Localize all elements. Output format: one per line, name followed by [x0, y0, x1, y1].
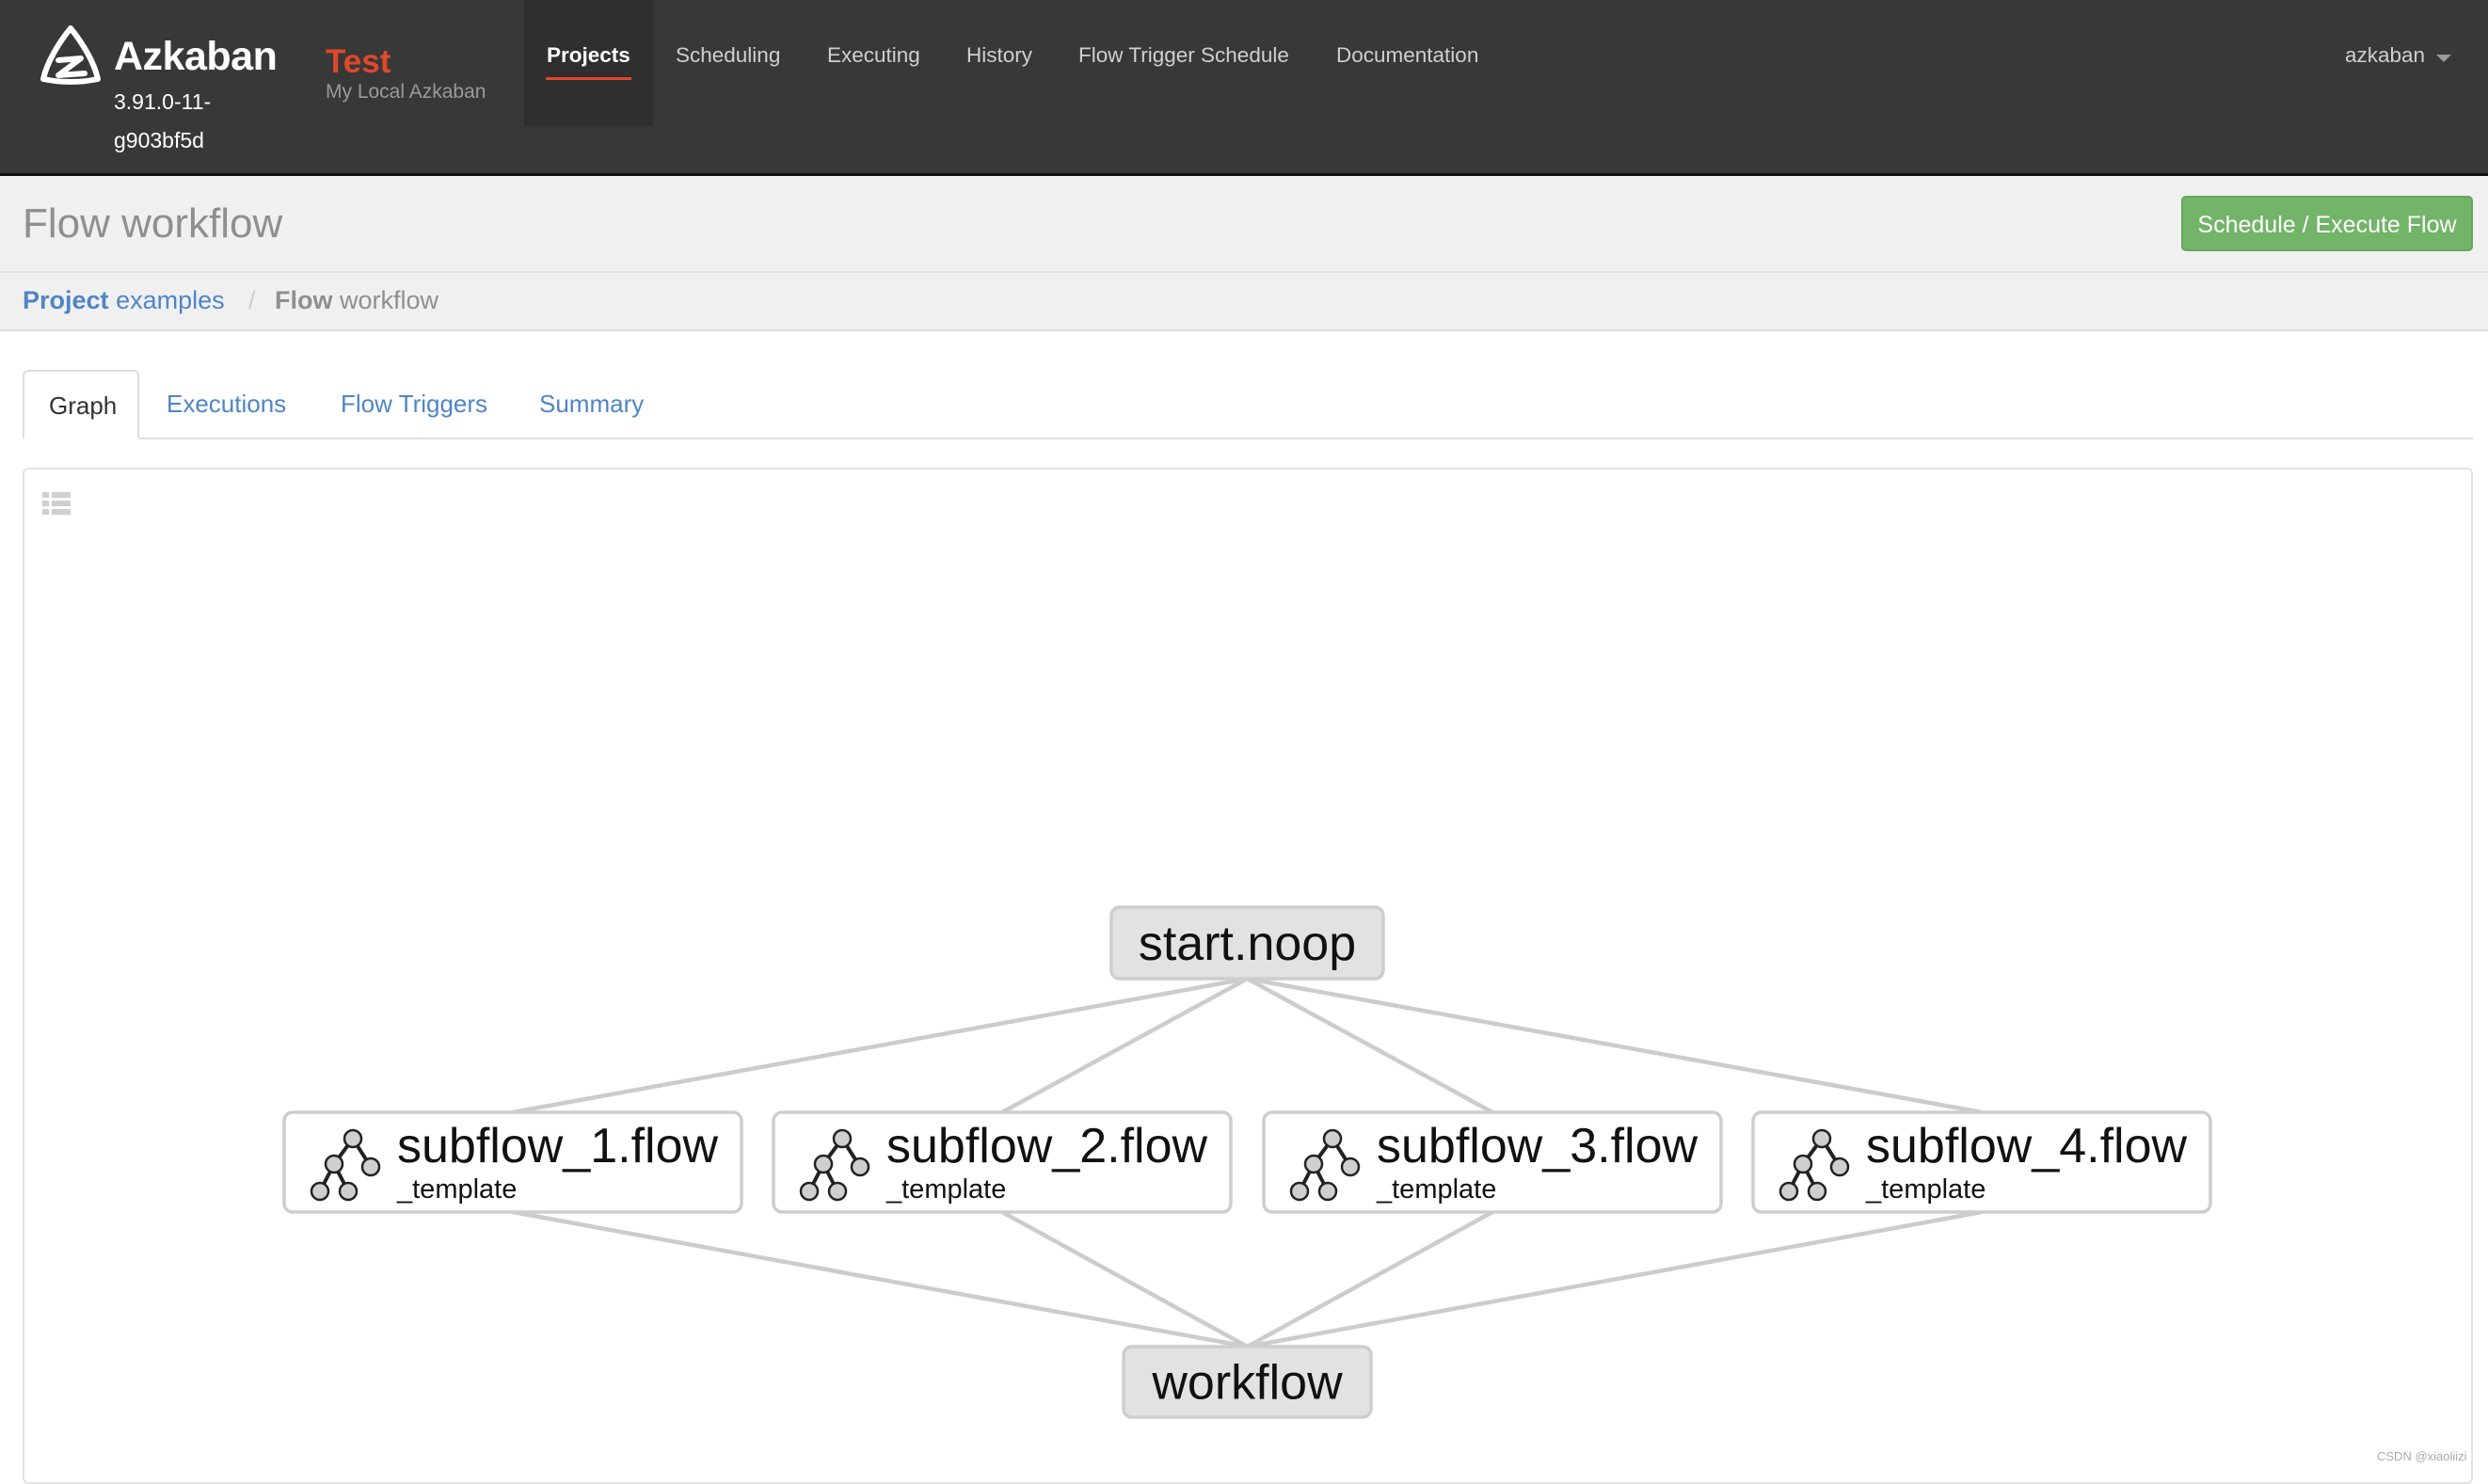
node-sublabel: _template — [396, 1174, 517, 1205]
caret-down-icon[interactable] — [2436, 55, 2451, 62]
azkaban-logo-icon[interactable] — [38, 24, 104, 87]
graph-node-s4[interactable]: subflow_4.flow_template — [1751, 1110, 2212, 1214]
graph-edge-start-s4 — [1247, 976, 1983, 1115]
node-label: subflow_2.flow — [886, 1119, 1208, 1173]
node-label: subflow_4.flow — [1866, 1119, 2188, 1173]
brand-name[interactable]: Azkaban — [114, 34, 278, 80]
graph-node-s1[interactable]: subflow_1.flow_template — [282, 1110, 743, 1214]
tab-summary[interactable]: Summary — [539, 370, 644, 438]
tab-flow-triggers[interactable]: Flow Triggers — [341, 370, 487, 438]
user-menu[interactable]: azkaban — [2345, 43, 2425, 68]
node-label: subflow_1.flow — [397, 1119, 719, 1173]
node-sublabel: _template — [885, 1174, 1006, 1205]
graph-edge-s2-end — [1000, 1210, 1249, 1348]
nav-active-underline — [546, 77, 631, 80]
breadcrumb-flow-keyword: Flow — [275, 286, 333, 314]
graph-edge-start-s1 — [512, 976, 1248, 1115]
graph-panel[interactable]: start.noop subflow_1.flow _template subflow… — [23, 468, 2473, 1484]
graph-edge-start-s3 — [1246, 977, 1494, 1114]
tab-executions[interactable]: Executions — [167, 370, 286, 438]
top-navbar: Azkaban 3.91.0-11-g903bf5d Test My Local… — [0, 0, 2488, 176]
page-title-name: workflow — [121, 200, 283, 247]
breadcrumb-project-link[interactable]: Project examples — [23, 286, 225, 315]
node-sublabel: _template — [1865, 1174, 1986, 1205]
nav-documentation[interactable]: Documentation — [1336, 43, 1478, 68]
flow-tabs: Graph Executions Flow Triggers Summary — [23, 370, 2473, 439]
nav-history[interactable]: History — [966, 43, 1032, 68]
breadcrumb-flow-name: workflow — [340, 286, 439, 314]
graph-node-s3[interactable]: subflow_3.flow_template — [1262, 1110, 1723, 1214]
graph-node-s2[interactable]: subflow_2.flow_template — [772, 1110, 1233, 1214]
title-bar: Flow workflow Schedule / Execute Flow — [0, 176, 2488, 273]
graph-edge-s3-end — [1246, 1210, 1494, 1348]
flow-graph[interactable]: start.noopsubflow_1.flow_templatesubflow… — [24, 470, 2471, 1482]
node-label: workflow — [1151, 1356, 1343, 1411]
graph-edge-s1-end — [512, 1209, 1248, 1349]
breadcrumb-flow: Flow workflow — [275, 286, 439, 315]
node-label: start.noop — [1139, 917, 1356, 971]
node-label: subflow_3.flow — [1377, 1119, 1699, 1173]
environment-name: Test — [326, 43, 391, 80]
schedule-execute-flow-button[interactable]: Schedule / Execute Flow — [2181, 196, 2473, 251]
nav-executing[interactable]: Executing — [827, 43, 920, 68]
version-label: 3.91.0-11-g903bf5d — [114, 89, 212, 152]
nav-projects[interactable]: Projects — [547, 43, 630, 68]
nav-scheduling[interactable]: Scheduling — [676, 43, 780, 68]
breadcrumb: Project examples / Flow workflow — [0, 273, 2488, 331]
graph-edge-start-s2 — [1000, 977, 1249, 1114]
graph-node-start[interactable]: start.noop — [1109, 905, 1385, 981]
breadcrumb-separator: / — [248, 286, 256, 314]
watermark: CSDN @xiaoliizi — [2377, 1449, 2467, 1463]
page-title-keyword: Flow — [23, 200, 110, 247]
tab-graph[interactable]: Graph — [23, 370, 139, 439]
graph-edge-s4-end — [1247, 1209, 1983, 1349]
node-sublabel: _template — [1376, 1174, 1496, 1205]
page-title: Flow workflow — [23, 200, 282, 247]
breadcrumb-project-name: examples — [116, 286, 225, 314]
nav-flow-trigger-schedule[interactable]: Flow Trigger Schedule — [1078, 43, 1289, 68]
environment-description: My Local Azkaban — [326, 81, 486, 103]
graph-node-end[interactable]: workflow — [1122, 1345, 1373, 1419]
breadcrumb-project-keyword: Project — [23, 286, 109, 314]
